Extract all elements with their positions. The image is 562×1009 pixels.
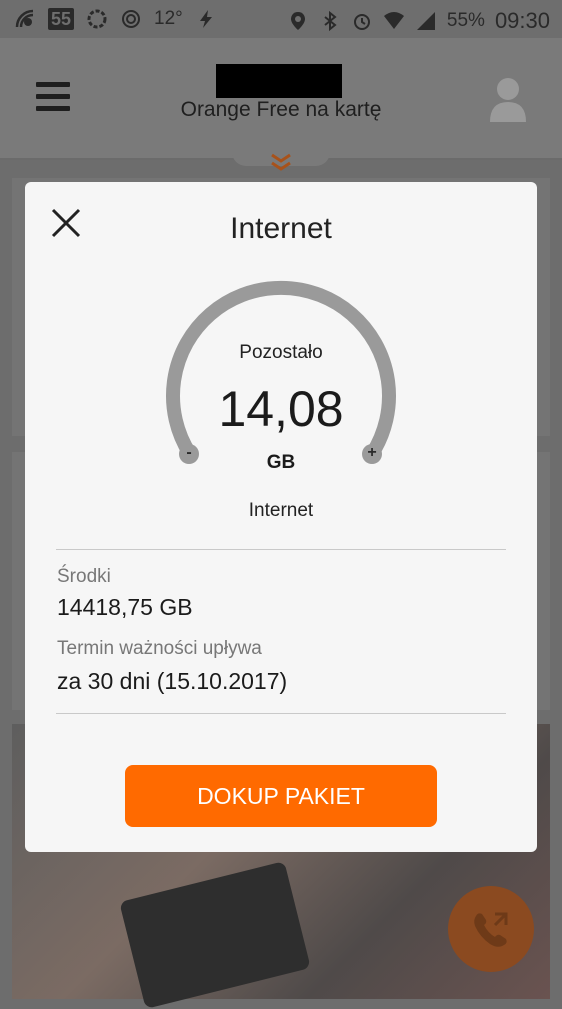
- user-profile-icon[interactable]: [488, 74, 528, 124]
- cellular-signal-icon: [416, 12, 435, 30]
- gauge-plus-button[interactable]: +: [362, 444, 382, 464]
- temperature-text: 12°: [154, 8, 183, 29]
- funds-label: Środki: [57, 566, 111, 587]
- divider-top: [56, 549, 506, 550]
- phone-call-icon: [474, 912, 508, 947]
- expand-chevron-icon[interactable]: [269, 152, 293, 174]
- battery-percent-text: 55%: [446, 10, 485, 31]
- status-bar: 55 12° 55% 09:30: [0, 0, 562, 38]
- gauge-value: 14,08: [218, 381, 344, 437]
- status-right: 55% 09:30: [287, 8, 550, 34]
- settings-ring-icon: [87, 9, 107, 29]
- buy-package-button[interactable]: DOKUP PAKIET: [125, 765, 437, 827]
- call-fab-button[interactable]: [448, 886, 534, 972]
- location-icon: [290, 12, 305, 30]
- internet-dialog: Internet Pozostało 14,08 GB - + Internet…: [25, 182, 537, 852]
- sync-ring-icon: [122, 10, 141, 28]
- gauge-label: Pozostało: [239, 342, 323, 363]
- app-header: Orange Free na kartę: [0, 38, 562, 160]
- redacted-phone-number: [216, 64, 342, 98]
- funds-value: 14418,75 GB: [57, 594, 193, 620]
- gauge-minus-button[interactable]: -: [179, 444, 199, 464]
- service-label: Internet: [248, 500, 314, 521]
- notification-count-badge: 55: [48, 8, 75, 30]
- wifi-signal-icon: [383, 12, 404, 29]
- app-title: Orange Free na kartę: [180, 98, 382, 121]
- expiry-label: Termin ważności upływa: [57, 638, 262, 659]
- bluetooth-icon: [324, 10, 337, 32]
- status-left: 55 12°: [14, 8, 217, 30]
- clock-text: 09:30: [494, 8, 550, 33]
- alarm-icon: [353, 14, 370, 30]
- wifi-calling-icon: [15, 9, 34, 28]
- gauge-unit: GB: [266, 452, 296, 473]
- expiry-value: za 30 dni (15.10.2017): [57, 668, 288, 694]
- data-remaining-gauge: [166, 280, 396, 461]
- flash-icon: [199, 10, 212, 28]
- divider-bottom: [56, 713, 506, 714]
- dialog-title: Internet: [230, 212, 332, 245]
